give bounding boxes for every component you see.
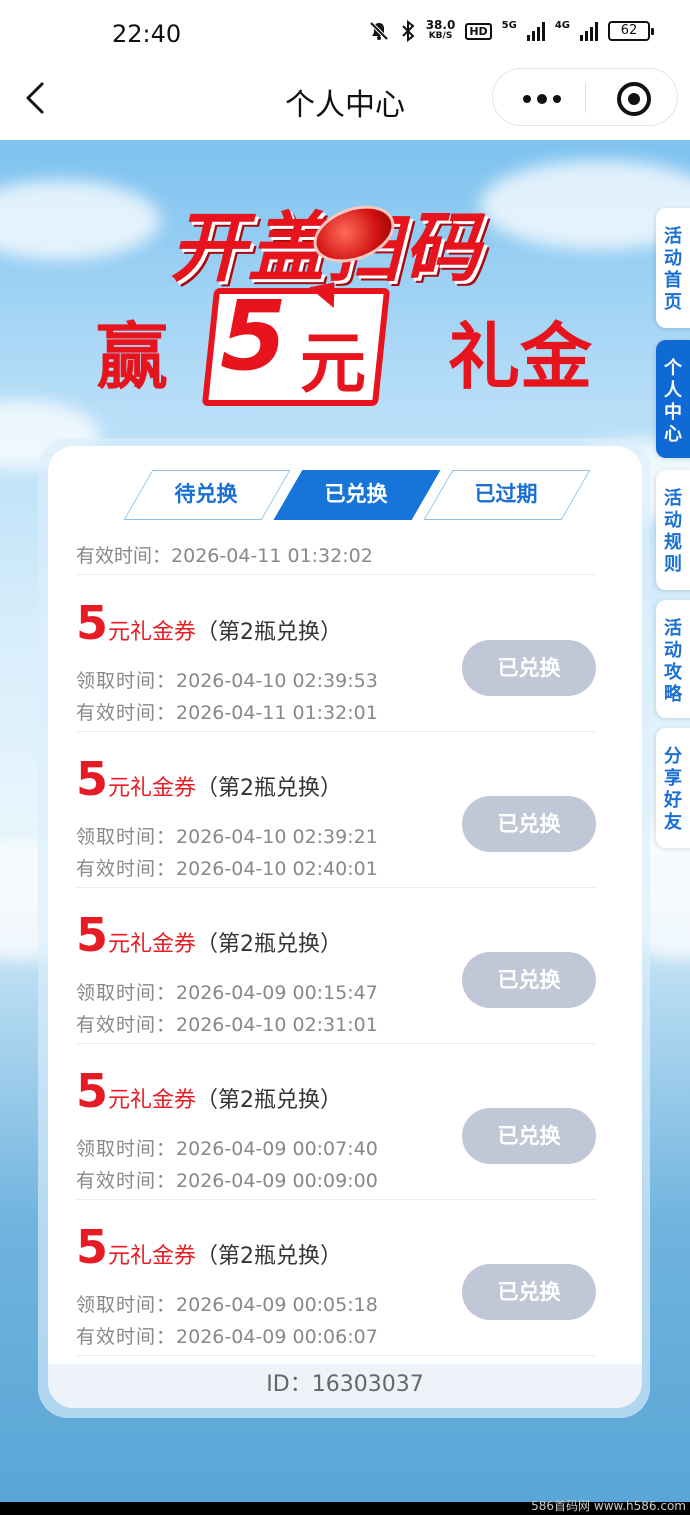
divider xyxy=(76,1355,596,1356)
signal-icon xyxy=(526,21,545,41)
banner-amount: 5 xyxy=(220,280,287,392)
net-type-2: 4G xyxy=(554,20,570,31)
redeemed-button[interactable]: 已兑换 xyxy=(462,1108,596,1164)
voucher-title: 5元礼金券（第2瓶兑换） xyxy=(76,908,343,962)
status-time: 22:40 xyxy=(112,20,182,48)
nav-bar: 个人中心 xyxy=(0,66,690,140)
hd-badge: HD xyxy=(465,22,492,40)
voucher-item: 5元礼金券（第2瓶兑换） 领取时间：2026-04-10 02:39:21 有效… xyxy=(76,752,616,908)
voucher-item: 5元礼金券（第2瓶兑换） 领取时间：2026-04-09 00:15:47 有效… xyxy=(76,908,616,1064)
voucher-title: 5元礼金券（第2瓶兑换） xyxy=(76,752,343,806)
net-type-1: 5G xyxy=(501,20,517,31)
receive-time: 领取时间：2026-04-10 02:39:21 xyxy=(76,826,378,848)
capsule-divider xyxy=(585,83,586,113)
redeemed-button[interactable]: 已兑换 xyxy=(462,796,596,852)
valid-time: 有效时间：2026-04-10 02:40:01 xyxy=(76,858,378,880)
valid-time: 有效时间：2026-04-09 00:06:07 xyxy=(76,1326,378,1348)
side-tab-profile[interactable]: 个人中心 xyxy=(656,340,690,458)
divider xyxy=(76,1043,596,1044)
redeemed-button[interactable]: 已兑换 xyxy=(462,1264,596,1320)
divider xyxy=(76,731,596,732)
voucher-item: 5元礼金券（第2瓶兑换） 领取时间：2026-04-09 00:05:18 有效… xyxy=(76,1220,616,1376)
side-tab-home[interactable]: 活动首页 xyxy=(656,208,690,328)
voucher-item: 5元礼金券（第2瓶兑换） 领取时间：2026-04-09 00:07:40 有效… xyxy=(76,1064,616,1220)
voucher-title: 5元礼金券（第2瓶兑换） xyxy=(76,1220,343,1274)
voucher-title: 5元礼金券（第2瓶兑换） xyxy=(76,1064,343,1118)
redeemed-button[interactable]: 已兑换 xyxy=(462,640,596,696)
receive-time: 领取时间：2026-04-09 00:07:40 xyxy=(76,1138,378,1160)
divider xyxy=(76,574,596,575)
banner-unit: 元 xyxy=(300,325,366,402)
side-tab-share[interactable]: 分享好友 xyxy=(656,728,690,848)
side-tab-rules[interactable]: 活动规则 xyxy=(656,470,690,590)
receive-time: 领取时间：2026-04-09 00:05:18 xyxy=(76,1294,378,1316)
signal-icon-2 xyxy=(580,21,598,41)
status-bar: 22:40 38.0 KB/S HD 5G 4G 62 xyxy=(0,0,690,66)
partial-valid-time: 有效时间：2026-04-11 01:32:02 xyxy=(76,545,373,567)
divider xyxy=(76,887,596,888)
close-target-icon[interactable] xyxy=(617,82,651,116)
valid-time: 有效时间：2026-04-09 00:09:00 xyxy=(76,1170,378,1192)
user-id: ID：16303037 xyxy=(48,1364,642,1408)
valid-time: 有效时间：2026-04-11 01:32:01 xyxy=(76,702,378,724)
receive-time: 领取时间：2026-04-10 02:39:53 xyxy=(76,670,378,692)
receive-time: 领取时间：2026-04-09 00:15:47 xyxy=(76,982,378,1004)
voucher-title: 5元礼金券（第2瓶兑换） xyxy=(76,596,343,650)
valid-time: 有效时间：2026-04-10 02:31:01 xyxy=(76,1014,378,1036)
promo-banner: 开盖扫码 赢礼金 5 元 xyxy=(90,180,600,420)
divider xyxy=(76,1199,596,1200)
mute-bell-icon xyxy=(369,21,389,41)
side-tab-guide[interactable]: 活动攻略 xyxy=(656,600,690,718)
status-tabs: 待兑换 已兑换 已过期 xyxy=(48,470,642,522)
redeemed-button[interactable]: 已兑换 xyxy=(462,952,596,1008)
net-speed: 38.0 KB/S xyxy=(425,18,456,41)
tab-expired[interactable]: 已过期 xyxy=(438,470,574,518)
tab-pending[interactable]: 待兑换 xyxy=(138,470,274,518)
bluetooth-icon xyxy=(401,20,415,42)
mini-program-capsule xyxy=(492,68,678,126)
more-dots-icon[interactable] xyxy=(523,94,561,104)
battery-icon: 62 xyxy=(608,21,654,41)
status-icons: 38.0 KB/S HD 5G 4G 62 xyxy=(368,18,654,42)
voucher-card: 待兑换 已兑换 已过期 有效时间：2026-04-11 01:32:02 5元礼… xyxy=(48,446,642,1408)
watermark: 586首码网 www.h586.com xyxy=(531,1499,686,1513)
tab-redeemed[interactable]: 已兑换 xyxy=(288,470,424,518)
voucher-item: 5元礼金券（第2瓶兑换） 领取时间：2026-04-10 02:39:53 有效… xyxy=(76,596,616,752)
